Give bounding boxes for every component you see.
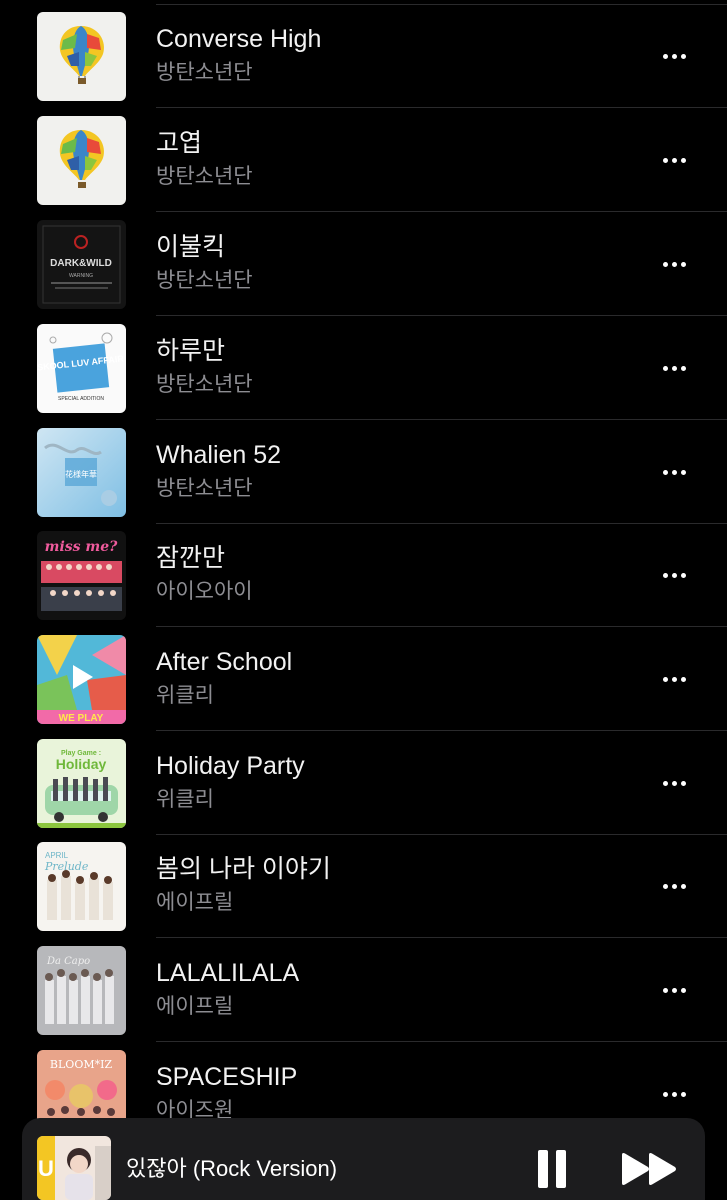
more-options-icon[interactable] xyxy=(656,1082,692,1106)
track-row[interactable]: APRIL Prelude 봄의 나라 이야기 에이프릴 xyxy=(0,834,727,938)
album-art-text: APRIL xyxy=(45,851,69,860)
track-row[interactable]: miss me? 잠깐만 아이오아이 xyxy=(0,523,727,627)
track-title: Holiday Party xyxy=(156,752,305,780)
track-title: Converse High xyxy=(156,25,322,53)
track-artist: 위클리 xyxy=(156,788,214,811)
track-row[interactable]: 花様年華 Whalien 52 방탄소년단 xyxy=(0,420,727,524)
album-art-balloon xyxy=(37,12,126,101)
album-art-text: WARNING xyxy=(69,273,93,279)
more-options-icon[interactable] xyxy=(656,356,692,380)
more-options-icon[interactable] xyxy=(656,252,692,276)
track-title: LALALILALA xyxy=(156,959,300,987)
album-art-holiday: Play Game : Holiday xyxy=(37,739,126,828)
track-artist: 아이오아이 xyxy=(156,580,253,603)
track-title: 봄의 나라 이야기 xyxy=(156,855,331,883)
track-row[interactable]: Da Capo LALALILALA 에이프릴 xyxy=(0,938,727,1042)
track-title: Whalien 52 xyxy=(156,441,282,469)
track-artist: 방탄소년단 xyxy=(156,269,253,292)
more-options-icon[interactable] xyxy=(656,148,692,172)
album-art-text: BLOOM*IZ xyxy=(50,1058,113,1071)
album-art-balloon xyxy=(37,116,126,205)
mini-player[interactable]: U 있잖아 (Rock Version) xyxy=(22,1118,705,1200)
more-options-icon[interactable] xyxy=(656,563,692,587)
track-title: 이불킥 xyxy=(156,233,226,261)
track-artist: 방탄소년단 xyxy=(156,165,253,188)
more-options-icon[interactable] xyxy=(656,44,692,68)
track-title: SPACESHIP xyxy=(156,1063,298,1091)
track-artist: 방탄소년단 xyxy=(156,61,253,84)
album-art-hwayang: 花様年華 xyxy=(37,428,126,517)
album-art-missme: miss me? xyxy=(37,531,126,620)
more-options-icon[interactable] xyxy=(656,771,692,795)
track-title: 하루만 xyxy=(156,337,226,365)
track-artist: 방탄소년단 xyxy=(156,373,253,396)
album-art-dacapo: Da Capo xyxy=(37,946,126,1035)
track-artist: 에이프릴 xyxy=(156,995,234,1018)
forward-icon[interactable] xyxy=(620,1152,678,1186)
track-title: 고엽 xyxy=(156,129,203,157)
now-playing-album-art: U xyxy=(37,1136,111,1200)
album-art-text: miss me? xyxy=(45,539,118,555)
album-art-text: Da Capo xyxy=(46,956,90,967)
track-title: After School xyxy=(156,648,293,676)
album-art-darkwild: DARK&WILD WARNING xyxy=(37,220,126,309)
track-row[interactable]: SKOOL LUV AFFAIR SPECIAL ADDITION 하루만 방탄… xyxy=(0,316,727,420)
track-row[interactable]: Play Game : Holiday Holiday Party 위클리 xyxy=(0,731,727,835)
now-playing-title: 있잖아 (Rock Version) xyxy=(126,1156,338,1181)
album-art-weplay: WE PLAY xyxy=(37,635,126,724)
album-art-text: 花様年華 xyxy=(65,469,97,479)
pause-icon[interactable] xyxy=(536,1150,570,1188)
track-artist: 에이프릴 xyxy=(156,891,234,914)
track-row[interactable]: Converse High 방탄소년단 xyxy=(0,4,727,108)
track-list: Converse High 방탄소년단 고엽 방탄소년단 DARK&WILD W… xyxy=(0,0,727,1200)
album-art-text: Holiday xyxy=(56,756,107,772)
track-title: 잠깐만 xyxy=(156,544,226,572)
album-art-text: WE PLAY xyxy=(59,713,104,724)
more-options-icon[interactable] xyxy=(656,874,692,898)
album-art-prelude: APRIL Prelude xyxy=(37,842,126,931)
more-options-icon[interactable] xyxy=(656,460,692,484)
track-row[interactable]: DARK&WILD WARNING 이불킥 방탄소년단 xyxy=(0,212,727,316)
track-artist: 위클리 xyxy=(156,684,214,707)
album-art-skoolluv: SKOOL LUV AFFAIR SPECIAL ADDITION xyxy=(37,324,126,413)
album-art-text: SPECIAL ADDITION xyxy=(58,396,104,402)
track-row[interactable]: 고엽 방탄소년단 xyxy=(0,108,727,212)
more-options-icon[interactable] xyxy=(656,978,692,1002)
track-artist: 방탄소년단 xyxy=(156,477,253,500)
album-art-text: DARK&WILD xyxy=(50,258,112,269)
track-row[interactable]: WE PLAY After School 위클리 xyxy=(0,627,727,731)
more-options-icon[interactable] xyxy=(656,667,692,691)
svg-text:U: U xyxy=(38,1156,54,1181)
